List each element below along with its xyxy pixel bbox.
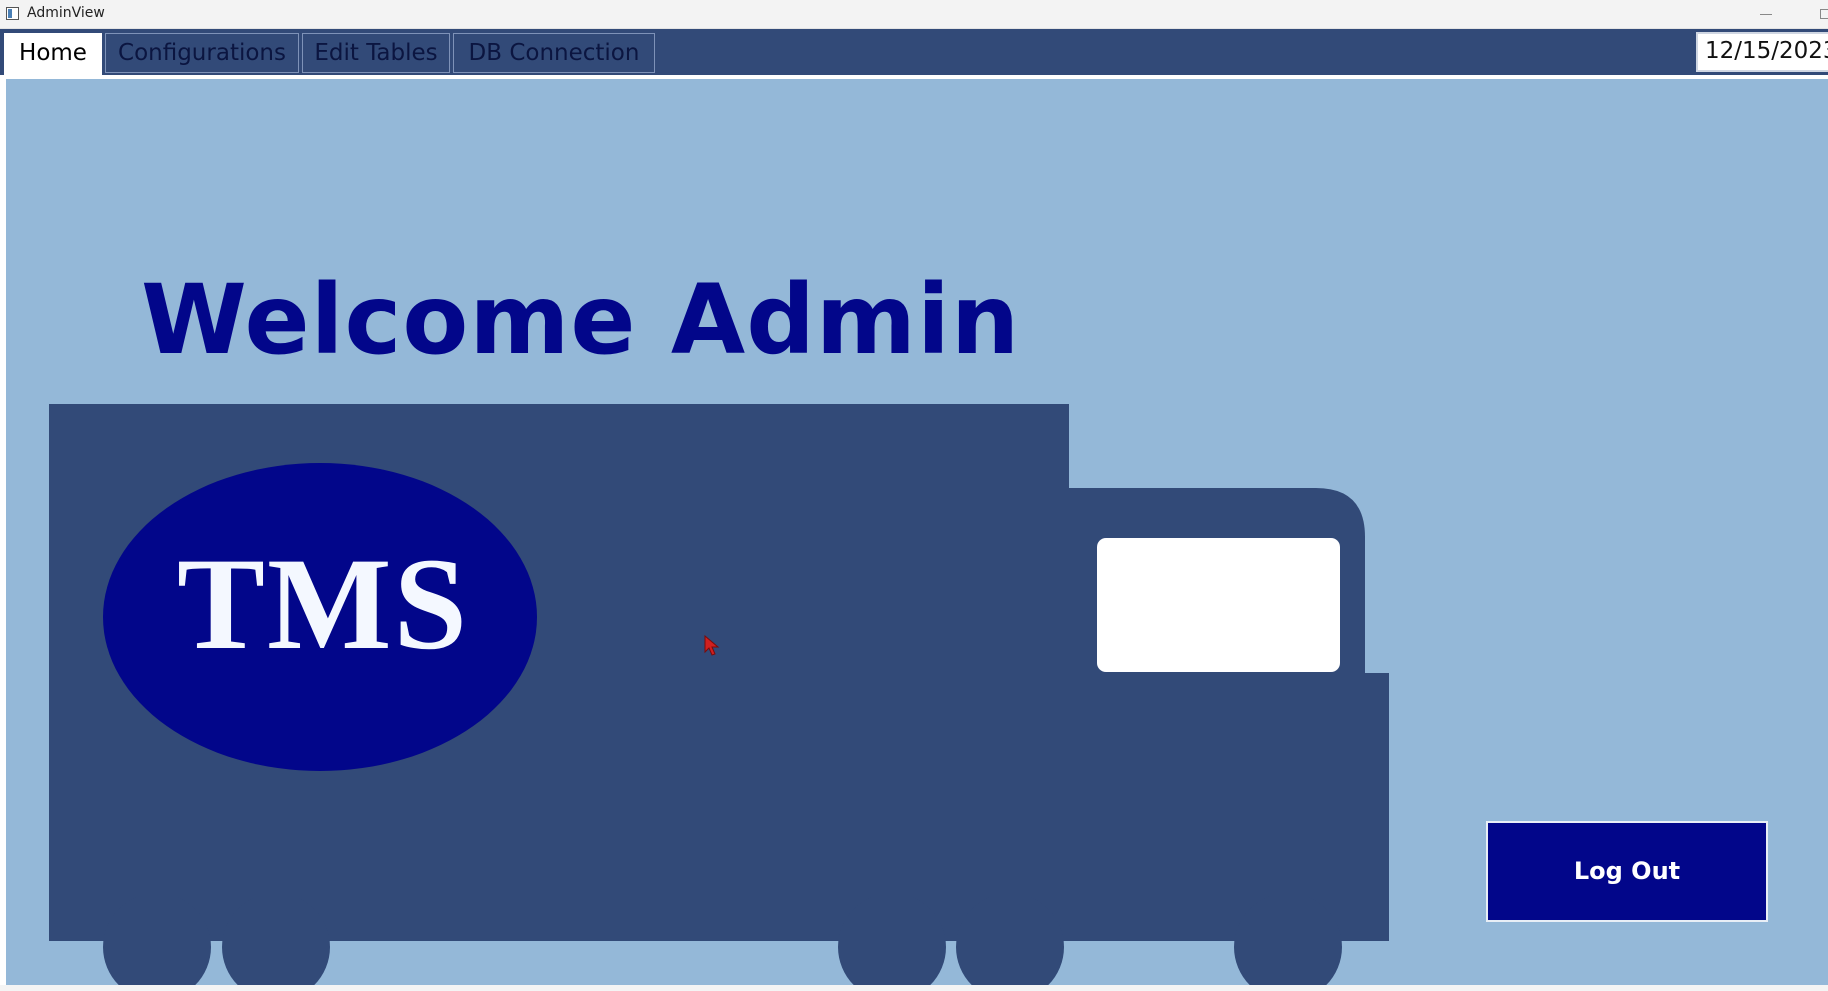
admin-view-window: AdminView Home Configurations Edit Table… — [0, 0, 1828, 991]
tab-edit-tables[interactable]: Edit Tables — [302, 33, 450, 73]
app-window-icon — [6, 7, 19, 20]
date-picker-field[interactable]: 12/15/2023 — [1696, 32, 1828, 72]
title-bar: AdminView — [0, 0, 1828, 29]
truck-window — [1097, 538, 1340, 672]
window-title: AdminView — [27, 5, 105, 21]
minimize-icon[interactable] — [1752, 4, 1780, 24]
logout-button[interactable]: Log Out — [1486, 821, 1768, 922]
tms-logo-text: TMS — [176, 530, 470, 677]
tab-db-connection[interactable]: DB Connection — [453, 33, 655, 73]
mouse-cursor-icon — [704, 635, 720, 656]
window-bottom-edge — [0, 985, 1828, 991]
truck-cab-bottom — [1064, 673, 1389, 941]
tab-configurations[interactable]: Configurations — [105, 33, 299, 73]
tab-home[interactable]: Home — [4, 33, 102, 75]
main-tab-strip: Home Configurations Edit Tables DB Conne… — [0, 29, 1828, 75]
maximize-icon[interactable] — [1812, 4, 1828, 24]
home-content-panel: Welcome Admin TMS Log Out — [6, 76, 1828, 988]
